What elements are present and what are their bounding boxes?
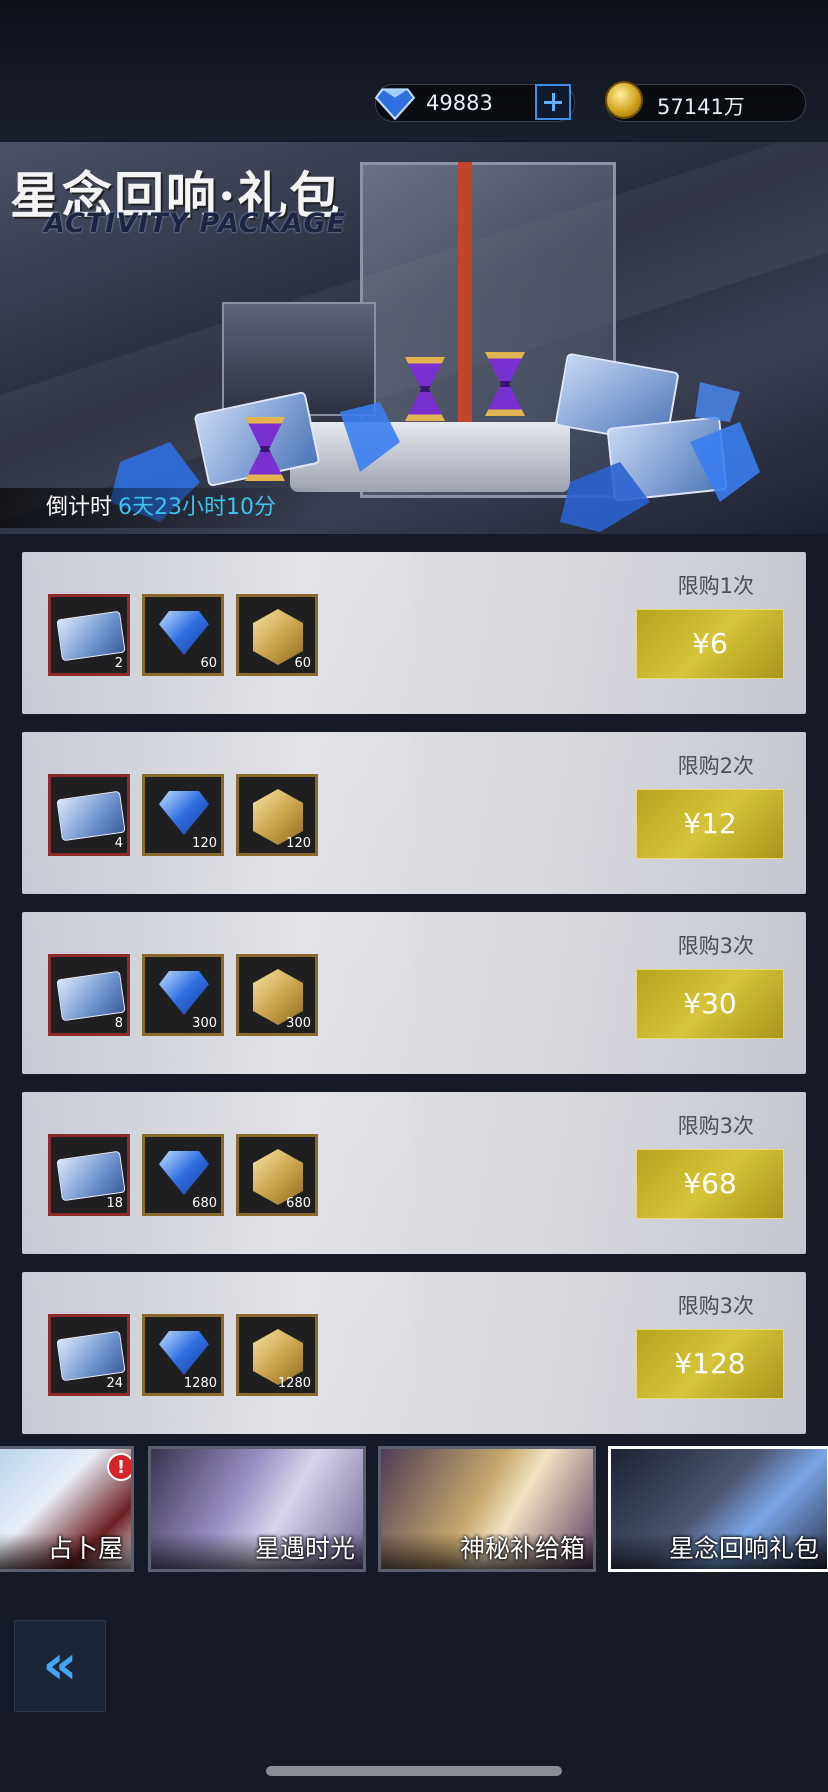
lucky-card-item[interactable]: 8 <box>48 954 130 1036</box>
package-items: 4 120 120 <box>48 774 318 858</box>
gold-medal-item[interactable]: 680 <box>236 1134 318 1216</box>
item-qty: 120 <box>192 836 217 851</box>
gem-count: 49883 <box>426 91 493 115</box>
purchase-limit: 限购3次 <box>677 1294 754 1318</box>
item-qty: 4 <box>114 836 123 851</box>
double-chevron-left-icon: « <box>42 1633 78 1696</box>
item-qty: 18 <box>106 1196 123 1211</box>
lucky-card-icon <box>56 1330 126 1382</box>
countdown-label: 倒计时 <box>46 495 113 520</box>
item-qty: 680 <box>286 1196 311 1211</box>
tab-label: 神秘补给箱 <box>459 1534 585 1563</box>
lucky-card-icon <box>56 970 126 1022</box>
add-gems-button[interactable] <box>535 84 571 120</box>
buy-button[interactable]: ¥30 <box>636 969 784 1039</box>
tab-label: 星遇时光 <box>254 1534 355 1563</box>
activity-banner: 星念回响·礼包 ACTIVITY PACKAGE 倒计时 6天23小时10分 <box>0 142 828 534</box>
item-qty: 60 <box>200 656 217 671</box>
package-row: 18 680 680 限购3次 ¥68 <box>22 1092 806 1254</box>
countdown: 倒计时 6天23小时10分 <box>0 488 330 528</box>
package-row: 2 60 60 限购1次 ¥6 <box>22 552 806 714</box>
home-indicator[interactable] <box>266 1766 562 1776</box>
item-qty: 2 <box>114 656 123 671</box>
gold-medal-item[interactable]: 300 <box>236 954 318 1036</box>
item-qty: 60 <box>294 656 311 671</box>
buy-button[interactable]: ¥68 <box>636 1149 784 1219</box>
item-qty: 120 <box>286 836 311 851</box>
lucky-card-item[interactable]: 2 <box>48 594 130 676</box>
package-items: 24 1280 1280 <box>48 1314 318 1398</box>
item-qty: 1280 <box>277 1376 311 1391</box>
tab-echo-package[interactable]: 星念回响礼包 <box>608 1446 828 1572</box>
diamond-icon <box>159 611 209 655</box>
countdown-value: 6天23小时10分 <box>118 495 277 520</box>
diamond-icon <box>374 88 416 121</box>
lucky-card-item[interactable]: 4 <box>48 774 130 856</box>
purchase-limit: 限购3次 <box>677 1114 754 1138</box>
diamond-item[interactable]: 680 <box>142 1134 224 1216</box>
package-items: 8 300 300 <box>48 954 318 1038</box>
item-qty: 8 <box>114 1016 123 1031</box>
tab-mystery-supply[interactable]: 神秘补给箱 <box>378 1446 596 1572</box>
diamond-item[interactable]: 1280 <box>142 1314 224 1396</box>
gold-coin-icon <box>605 81 643 119</box>
lucky-card-icon <box>56 1150 126 1202</box>
package-row: 4 120 120 限购2次 ¥12 <box>22 732 806 894</box>
package-items: 18 680 680 <box>48 1134 318 1218</box>
diamond-icon <box>159 1151 209 1195</box>
purchase-limit: 限购3次 <box>677 934 754 958</box>
gold-medal-item[interactable]: 60 <box>236 594 318 676</box>
buy-button[interactable]: ¥12 <box>636 789 784 859</box>
gold-medal-item[interactable]: 120 <box>236 774 318 856</box>
tab-label: 占卜屋 <box>47 1534 123 1563</box>
diamond-icon <box>159 1331 209 1375</box>
item-qty: 300 <box>286 1016 311 1031</box>
lucky-card-item[interactable]: 18 <box>48 1134 130 1216</box>
activity-tabs: 占卜屋 ! 星遇时光 神秘补给箱 星念回响礼包 <box>0 1442 828 1578</box>
purchase-limit: 限购1次 <box>677 574 754 598</box>
diamond-item[interactable]: 60 <box>142 594 224 676</box>
purchase-limit: 限购2次 <box>677 754 754 778</box>
diamond-item[interactable]: 300 <box>142 954 224 1036</box>
diamond-item[interactable]: 120 <box>142 774 224 856</box>
package-row: 8 300 300 限购3次 ¥30 <box>22 912 806 1074</box>
item-qty: 1280 <box>183 1376 217 1391</box>
tab-label: 星念回响礼包 <box>668 1534 819 1563</box>
lucky-card-icon <box>56 610 126 662</box>
gold-medal-item[interactable]: 1280 <box>236 1314 318 1396</box>
package-items: 2 60 60 <box>48 594 318 678</box>
gold-balance: 57141万 <box>605 81 806 122</box>
currency-bar: 49883 57141万 <box>0 0 828 140</box>
lucky-card-icon <box>56 790 126 842</box>
package-list: 2 60 60 限购1次 ¥6 4 120 120 限购2次 ¥12 8 300… <box>22 552 806 1452</box>
tab-star-encounter[interactable]: 星遇时光 <box>148 1446 366 1572</box>
gold-count: 57141万 <box>657 95 745 119</box>
tab-divination-house[interactable]: 占卜屋 ! <box>0 1446 134 1572</box>
lucky-card-item[interactable]: 24 <box>48 1314 130 1396</box>
banner-subtitle: ACTIVITY PACKAGE <box>44 208 347 239</box>
item-qty: 680 <box>192 1196 217 1211</box>
diamond-icon <box>159 791 209 835</box>
item-qty: 300 <box>192 1016 217 1031</box>
diamond-icon <box>159 971 209 1015</box>
buy-button[interactable]: ¥6 <box>636 609 784 679</box>
item-qty: 24 <box>106 1376 123 1391</box>
back-button[interactable]: « <box>14 1620 106 1712</box>
buy-button[interactable]: ¥128 <box>636 1329 784 1399</box>
alert-badge: ! <box>107 1453 131 1481</box>
package-row: 24 1280 1280 限购3次 ¥128 <box>22 1272 806 1434</box>
